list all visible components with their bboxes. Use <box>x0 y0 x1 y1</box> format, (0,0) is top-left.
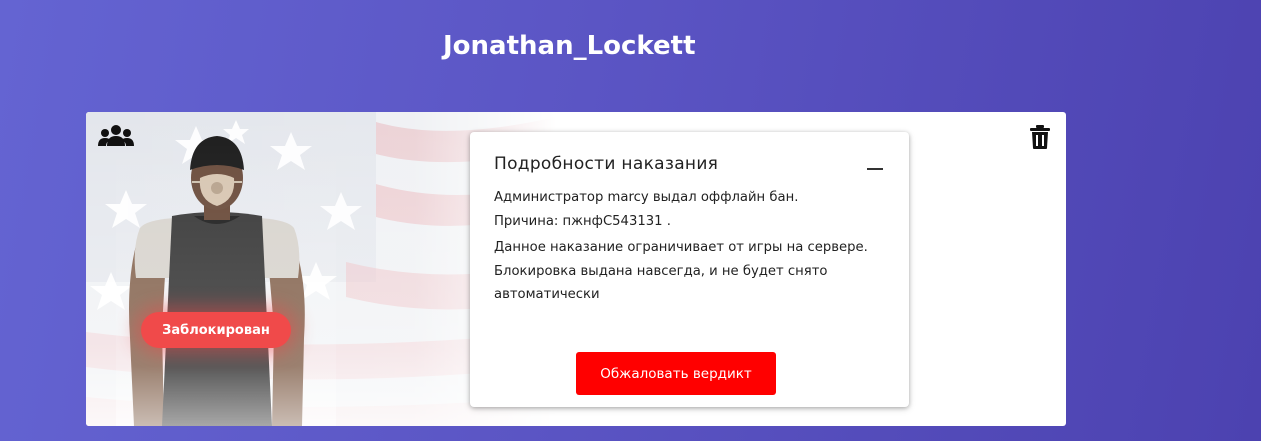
details-title: Подробности наказания <box>494 154 719 174</box>
page-title: Jonathan_Lockett <box>443 31 696 61</box>
player-card: Заблокирован Подробности наказания Админ… <box>86 112 1066 426</box>
trash-icon[interactable] <box>1028 124 1052 150</box>
character-avatar <box>116 128 336 426</box>
appeal-button[interactable]: Обжаловать вердикт <box>576 352 776 395</box>
details-description: Данное наказание ограничивает от игры на… <box>494 240 868 302</box>
users-group-icon[interactable] <box>98 124 134 148</box>
details-body: Администратор marcy выдал оффлайн бан. П… <box>494 186 874 307</box>
details-reason-line: Причина: пжнфС543131 . <box>494 213 671 229</box>
details-admin-line: Администратор marcy выдал оффлайн бан. <box>494 190 799 205</box>
punishment-details-panel: Подробности наказания Администратор marc… <box>470 132 909 407</box>
collapse-button[interactable] <box>867 168 883 170</box>
status-badge: Заблокирован <box>141 312 291 348</box>
